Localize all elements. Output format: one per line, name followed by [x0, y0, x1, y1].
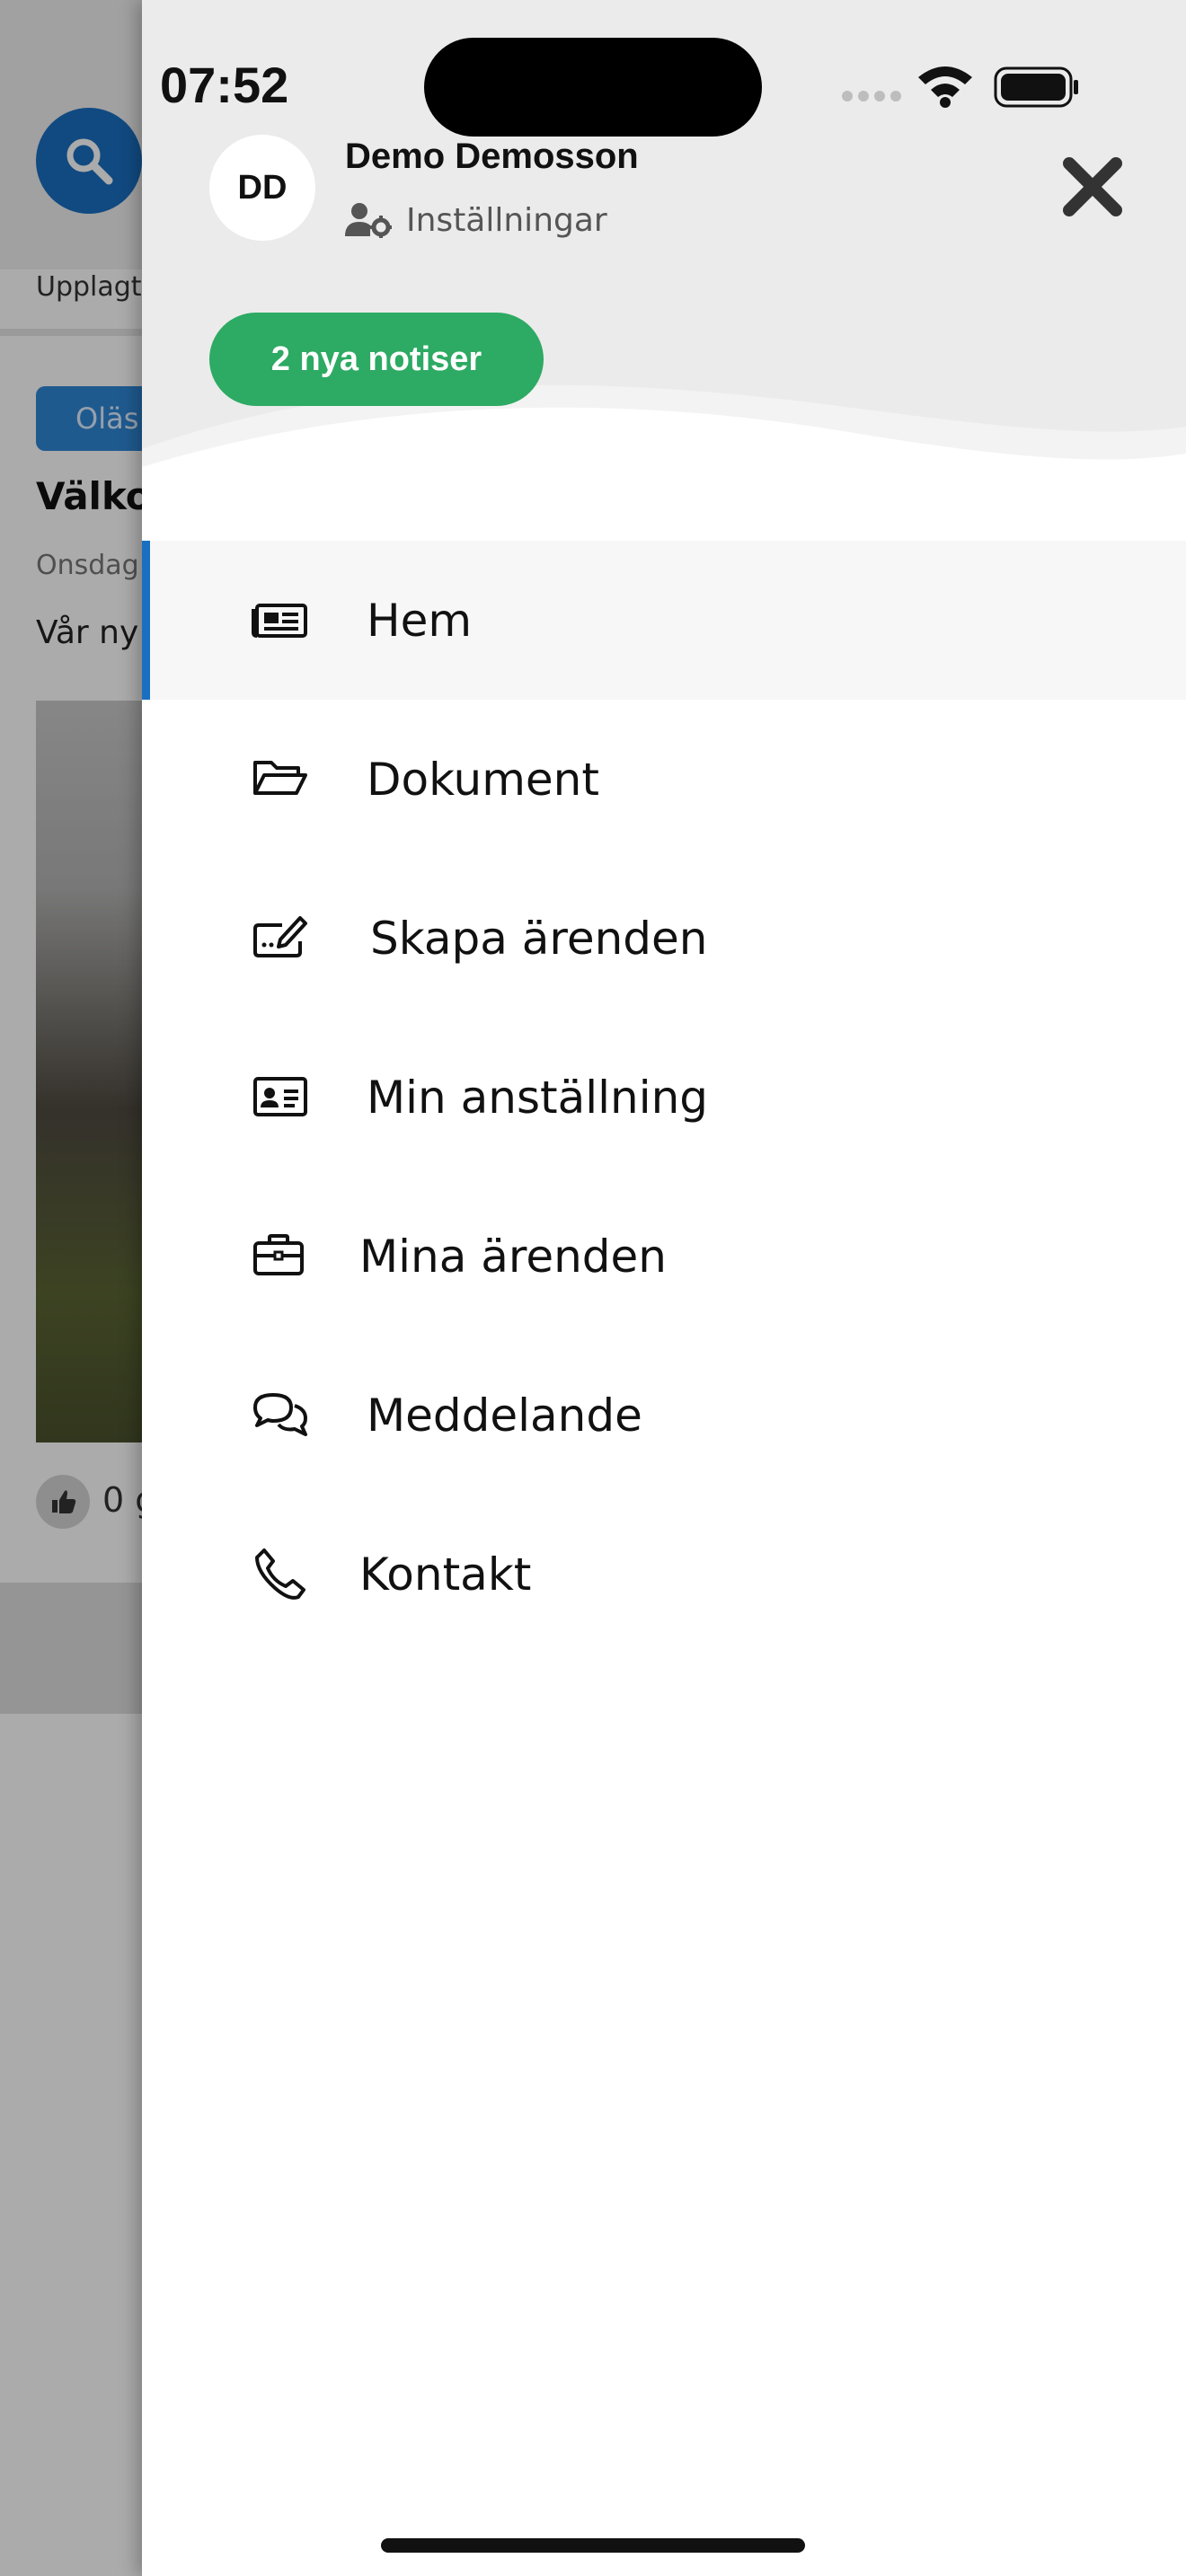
menu-item-mina-arenden[interactable]: Mina ärenden [142, 1177, 1186, 1336]
menu-label-hem: Hem [367, 594, 473, 647]
create-case-icon [253, 916, 307, 957]
menu-label-min-anstallning: Min anställning [367, 1071, 709, 1124]
side-drawer: DD Demo Demosson Inställningar 2 nya not… [142, 0, 1186, 2576]
comments-icon [253, 1393, 307, 1436]
notifications-button[interactable]: 2 nya notiser [209, 313, 544, 406]
wifi-icon [918, 66, 972, 108]
menu-item-meddelande[interactable]: Meddelande [142, 1336, 1186, 1495]
newspaper-icon [252, 604, 307, 638]
menu-label-dokument: Dokument [367, 753, 599, 806]
dynamic-island [424, 38, 762, 137]
battery-icon [994, 66, 1078, 108]
status-time: 07:52 [160, 57, 289, 113]
id-card-icon [253, 1077, 307, 1116]
phone-icon [255, 1548, 305, 1600]
menu-label-skapa-arenden: Skapa ärenden [370, 912, 708, 965]
settings-link[interactable]: Inställningar [345, 196, 607, 244]
user-gear-icon [345, 203, 392, 238]
avatar[interactable]: DD [209, 135, 315, 241]
menu-item-hem[interactable]: Hem [142, 541, 1186, 700]
menu-label-kontakt: Kontakt [359, 1548, 532, 1601]
user-name: Demo Demosson [345, 137, 639, 176]
menu-item-dokument[interactable]: Dokument [142, 700, 1186, 859]
menu-label-meddelande: Meddelande [367, 1389, 642, 1442]
close-button[interactable] [1058, 153, 1127, 221]
menu-label-mina-arenden: Mina ärenden [359, 1230, 667, 1283]
briefcase-icon [253, 1234, 304, 1275]
menu-item-skapa-arenden[interactable]: Skapa ärenden [142, 859, 1186, 1018]
folder-open-icon [253, 761, 307, 795]
drawer-menu: Hem Dokument Skapa ärenden Min anställni… [142, 541, 1186, 1654]
close-icon [1063, 157, 1122, 216]
menu-item-min-anstallning[interactable]: Min anställning [142, 1018, 1186, 1177]
settings-label: Inställningar [406, 201, 607, 239]
menu-item-kontakt[interactable]: Kontakt [142, 1495, 1186, 1654]
signal-icon [842, 91, 901, 101]
home-indicator[interactable] [381, 2538, 805, 2553]
